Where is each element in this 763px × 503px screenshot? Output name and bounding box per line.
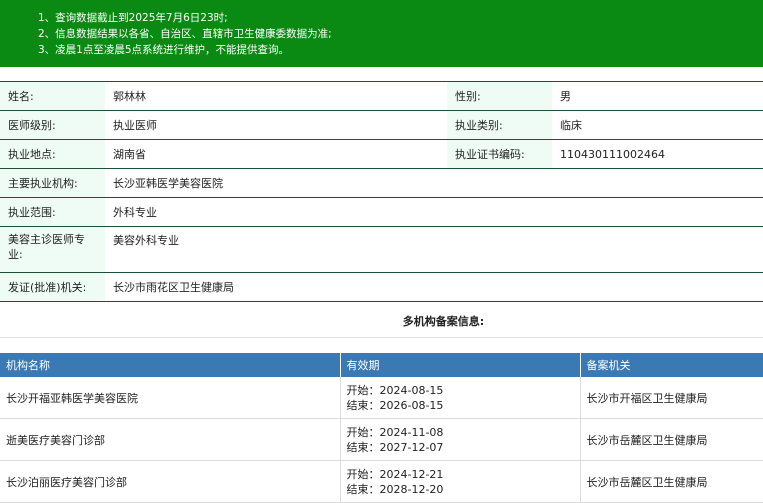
name-value: 郭林林	[105, 81, 447, 111]
scope-label: 执业范围:	[0, 197, 105, 227]
beauty-label: 美容主诊医师专业:	[0, 226, 105, 273]
level-value: 执业医师	[105, 110, 447, 140]
table-row: 长沙泊丽医疗美容门诊部 开始：2024-12-21 结束：2028-12-20 …	[0, 460, 763, 503]
end-date: 结束：2026-08-15	[346, 398, 444, 412]
validity-cell: 开始：2024-11-08 结束：2027-12-07	[340, 418, 581, 461]
org-name: 长沙开福亚韩医学美容医院	[0, 377, 341, 419]
location-label: 执业地点:	[0, 139, 105, 169]
category-value: 临床	[552, 110, 763, 140]
gender-label: 性别:	[447, 81, 552, 111]
scope-value: 外科专业	[105, 197, 763, 227]
col-header-org: 机构名称	[0, 353, 341, 377]
validity-cell: 开始：2024-12-21 结束：2028-12-20	[340, 460, 581, 503]
beauty-value: 美容外科专业	[105, 226, 763, 273]
notice-banner: 1、查询数据截止到2025年7月6日23时; 2、信息数据结果以各省、自治区、直…	[0, 0, 763, 67]
col-header-validity: 有效期	[340, 353, 581, 377]
cert-value: 110430111002464	[552, 139, 763, 169]
multi-org-section-title: 多机构备案信息:	[0, 309, 763, 338]
start-date: 开始：2024-12-21	[346, 467, 444, 481]
authority: 长沙市岳麓区卫生健康局	[580, 418, 763, 461]
validity-cell: 开始：2024-08-15 结束：2026-08-15	[340, 377, 581, 419]
start-date: 开始：2024-08-15	[346, 383, 444, 397]
end-date: 结束：2028-12-20	[346, 482, 444, 496]
multi-org-table: 机构名称 有效期 备案机关 长沙开福亚韩医学美容医院 开始：2024-08-15…	[0, 353, 763, 503]
notice-line-1: 1、查询数据截止到2025年7月6日23时;	[38, 12, 228, 24]
authority: 长沙市开福区卫生健康局	[580, 377, 763, 419]
org-label: 主要执业机构:	[0, 168, 105, 198]
cert-label: 执业证书编码:	[447, 139, 552, 169]
notice-line-3: 3、凌晨1点至凌晨5点系统进行维护，不能提供查询。	[38, 44, 290, 56]
category-label: 执业类别:	[447, 110, 552, 140]
issuer-label: 发证(批准)机关:	[0, 272, 105, 302]
level-label: 医师级别:	[0, 110, 105, 140]
org-value: 长沙亚韩医学美容医院	[105, 168, 763, 198]
doctor-info-table: 姓名: 郭林林 性别: 男 医师级别: 执业医师 执业类别: 临床 执业地点: …	[0, 81, 763, 302]
name-label: 姓名:	[0, 81, 105, 111]
table-row: 长沙开福亚韩医学美容医院 开始：2024-08-15 结束：2026-08-15…	[0, 377, 763, 419]
notice-line-2: 2、信息数据结果以各省、自治区、直辖市卫生健康委数据为准;	[38, 28, 332, 40]
authority: 长沙市岳麓区卫生健康局	[580, 460, 763, 503]
issuer-value: 长沙市雨花区卫生健康局	[105, 272, 763, 302]
end-date: 结束：2027-12-07	[346, 440, 444, 454]
gender-value: 男	[552, 81, 763, 111]
col-header-authority: 备案机关	[580, 353, 763, 377]
org-name: 逝美医疗美容门诊部	[0, 418, 341, 461]
table-row: 逝美医疗美容门诊部 开始：2024-11-08 结束：2027-12-07 长沙…	[0, 418, 763, 461]
multi-org-title: 多机构备案信息:	[402, 315, 485, 328]
location-value: 湖南省	[105, 139, 447, 169]
org-name: 长沙泊丽医疗美容门诊部	[0, 460, 341, 503]
start-date: 开始：2024-11-08	[346, 425, 444, 439]
